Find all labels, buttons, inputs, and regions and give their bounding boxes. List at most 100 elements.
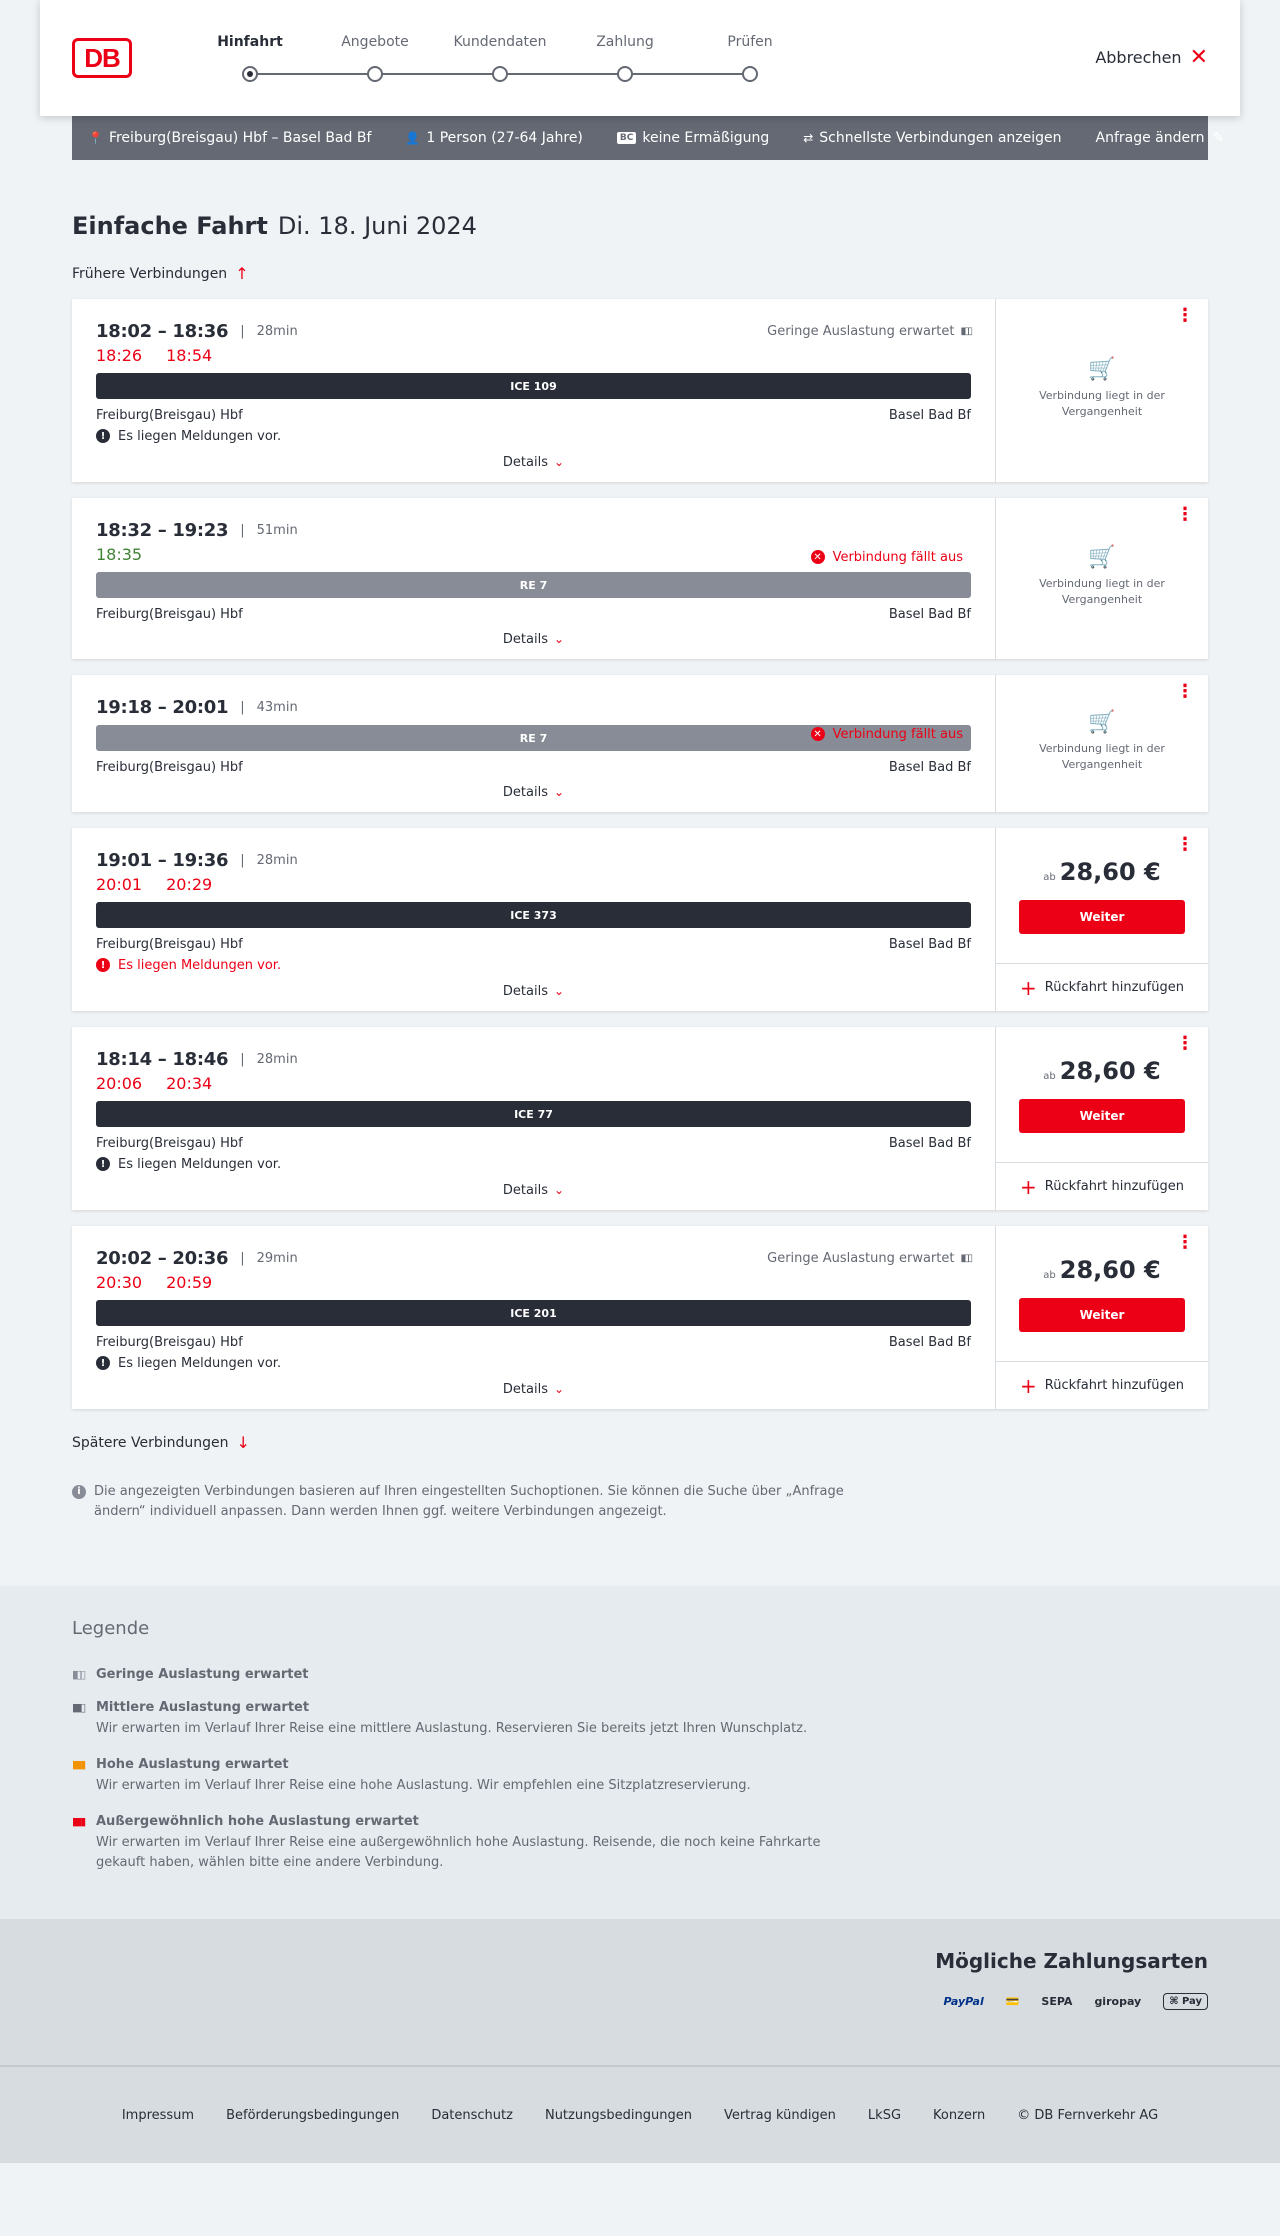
chevron-down-icon: ⌄	[554, 632, 565, 646]
train-bar[interactable]: ICE 109	[96, 373, 971, 399]
details-toggle[interactable]: Details ⌄	[96, 1382, 971, 1397]
more-options-icon[interactable]: ⋮	[1176, 307, 1194, 325]
planned-times: 18:02 – 18:36	[96, 320, 229, 342]
price-value: 28,60 €	[1059, 1255, 1161, 1284]
more-options-icon[interactable]: ⋮	[1176, 506, 1194, 524]
train-bar[interactable]: RE 7	[96, 572, 971, 598]
occupancy-low-icon: ▮▯▯	[960, 1252, 972, 1264]
bahncard-icon: BC	[616, 132, 637, 144]
trip-type: Einfache Fahrt	[72, 212, 268, 240]
fastest-text: Schnellste Verbindungen anzeigen	[819, 130, 1062, 146]
footer-link-conditions[interactable]: Beförderungsbedingungen	[226, 2108, 399, 2123]
train-bar[interactable]: ICE 373	[96, 902, 971, 928]
footer-link-lksg[interactable]: LkSG	[868, 2108, 901, 2123]
realtime-departure: 20:30	[96, 1272, 143, 1292]
duration: 51min	[256, 522, 298, 538]
planned-times: 18:14 – 18:46	[96, 1048, 229, 1070]
message-info: ! Es liegen Meldungen vor.	[96, 1153, 971, 1175]
add-return-label: Rückfahrt hinzufügen	[1044, 980, 1184, 995]
arrival-station: Basel Bad Bf	[888, 759, 971, 775]
earlier-label: Frühere Verbindungen	[72, 265, 228, 282]
details-toggle[interactable]: Details ⌄	[96, 455, 971, 470]
train-bar[interactable]: ICE 201	[96, 1300, 971, 1326]
connection-card: 19:01 – 19:36 | 28min 20:01 20:29 ICE 37…	[72, 828, 1208, 1011]
fastest-option[interactable]: ⇄ Schnellste Verbindungen anzeigen	[803, 130, 1061, 146]
discount-summary[interactable]: BC keine Ermäßigung	[616, 130, 769, 146]
details-toggle[interactable]: Details ⌄	[96, 984, 971, 999]
swap-arrows-icon: ⇄	[803, 131, 814, 145]
connection-info: 18:32 – 19:23 | 51min 18:35 RE 7 Freibur…	[72, 498, 995, 659]
chevron-down-icon: ⌄	[554, 785, 565, 799]
giropay-icon: giropay	[1094, 1995, 1142, 2008]
arrow-down-icon: ↓	[236, 1433, 250, 1452]
departure-station: Freiburg(Breisgau) Hbf	[96, 759, 243, 775]
realtime-arrival: 20:34	[166, 1073, 213, 1093]
search-summary-bar: 📍 Freiburg(Breisgau) Hbf – Basel Bad Bf …	[72, 116, 1224, 160]
separator: |	[240, 1250, 245, 1266]
legend-item-desc: Wir erwarten im Verlauf Ihrer Reise eine…	[96, 1721, 808, 1736]
realtime-departure: 18:35	[96, 544, 143, 564]
more-options-icon[interactable]: ⋮	[1176, 836, 1194, 854]
details-label: Details	[502, 984, 548, 999]
details-label: Details	[502, 632, 548, 647]
exclamation-icon: !	[96, 958, 110, 972]
footer: Impressum Beförderungsbedingungen Datens…	[0, 2065, 1280, 2163]
occupancy-info: Geringe Auslastung erwartet ▮▯▯	[767, 1250, 973, 1266]
add-return-trip-button[interactable]: + Rückfahrt hinzufügen	[996, 1162, 1208, 1210]
step-dot	[492, 66, 508, 82]
footer-link-privacy[interactable]: Datenschutz	[431, 2108, 513, 2123]
price-prefix: ab	[1043, 1070, 1056, 1082]
separator: |	[240, 1051, 245, 1067]
train-bar[interactable]: ICE 77	[96, 1101, 971, 1127]
realtime-departure: 20:01	[96, 874, 143, 894]
add-return-trip-button[interactable]: + Rückfahrt hinzufügen	[996, 963, 1208, 1011]
apple-pay-label: Pay	[1181, 1996, 1202, 2007]
route-summary[interactable]: 📍 Freiburg(Breisgau) Hbf – Basel Bad Bf	[88, 130, 371, 146]
connection-card: 20:02 – 20:36 | 29min Geringe Auslastung…	[72, 1226, 1208, 1409]
continue-button[interactable]: Weiter	[1019, 1098, 1185, 1133]
persons-summary[interactable]: 👤 1 Person (27-64 Jahre)	[405, 130, 583, 146]
connection-info: 19:01 – 19:36 | 28min 20:01 20:29 ICE 37…	[72, 828, 995, 1011]
earlier-connections-link[interactable]: Frühere Verbindungen ↑	[72, 264, 1208, 283]
edit-request-button[interactable]: Anfrage ändern ✎	[1096, 130, 1225, 146]
cart-unavailable-icon: 🛒	[1088, 356, 1116, 382]
footer-link-impressum[interactable]: Impressum	[122, 2108, 194, 2123]
details-label: Details	[502, 455, 548, 470]
later-connections-link[interactable]: Spätere Verbindungen ↓	[72, 1433, 1208, 1452]
legend-item-title: Hohe Auslastung erwartet	[96, 1757, 289, 1772]
persons-text: 1 Person (27-64 Jahre)	[426, 130, 583, 146]
step-hinfahrt: Hinfahrt	[190, 34, 310, 82]
legend-item-title: Mittlere Auslastung erwartet	[96, 1700, 310, 1715]
footer-link-cancel-contract[interactable]: Vertrag kündigen	[724, 2108, 836, 2123]
more-options-icon[interactable]: ⋮	[1176, 1234, 1194, 1252]
payment-title: Mögliche Zahlungsarten	[935, 1949, 1208, 1973]
message-text: Es liegen Meldungen vor.	[118, 428, 282, 444]
details-toggle[interactable]: Details ⌄	[96, 785, 971, 800]
legend-section: Legende ▮▯▯ Geringe Auslastung erwartet …	[0, 1586, 1280, 1919]
cart-unavailable-icon: 🛒	[1088, 544, 1116, 570]
search-info-note: i Die angezeigten Verbindungen basieren …	[72, 1482, 862, 1522]
connection-card: 18:32 – 19:23 | 51min 18:35 RE 7 Freibur…	[72, 498, 1208, 659]
cancel-button[interactable]: Abbrechen ✕	[1095, 44, 1208, 70]
add-return-trip-button[interactable]: + Rückfahrt hinzufügen	[996, 1361, 1208, 1409]
details-toggle[interactable]: Details ⌄	[96, 1183, 971, 1198]
footer-link-terms[interactable]: Nutzungsbedingungen	[545, 2108, 692, 2123]
footer-link-konzern[interactable]: Konzern	[933, 2108, 985, 2123]
cancellation-info: ✕ Verbindung fällt aus	[810, 723, 963, 745]
continue-button[interactable]: Weiter	[1019, 899, 1185, 934]
db-logo[interactable]: DB	[72, 38, 132, 78]
message-info: ! Es liegen Meldungen vor.	[96, 954, 971, 976]
step-label: Hinfahrt	[217, 34, 283, 50]
more-options-icon[interactable]: ⋮	[1176, 683, 1194, 701]
footer-copyright: © DB Fernverkehr AG	[1017, 2107, 1159, 2123]
details-toggle[interactable]: Details ⌄	[96, 632, 971, 647]
more-options-icon[interactable]: ⋮	[1176, 1035, 1194, 1053]
duration: 43min	[256, 699, 298, 715]
details-label: Details	[502, 1183, 548, 1198]
duration: 28min	[256, 1051, 298, 1067]
continue-button[interactable]: Weiter	[1019, 1297, 1185, 1332]
occupancy-text: Geringe Auslastung erwartet	[767, 1250, 955, 1266]
close-icon: ✕	[1189, 44, 1208, 70]
progress-stepper: Hinfahrt Angebote Kundendaten Zahlung Pr…	[210, 34, 790, 84]
cancelled-x-icon: ✕	[810, 550, 825, 564]
